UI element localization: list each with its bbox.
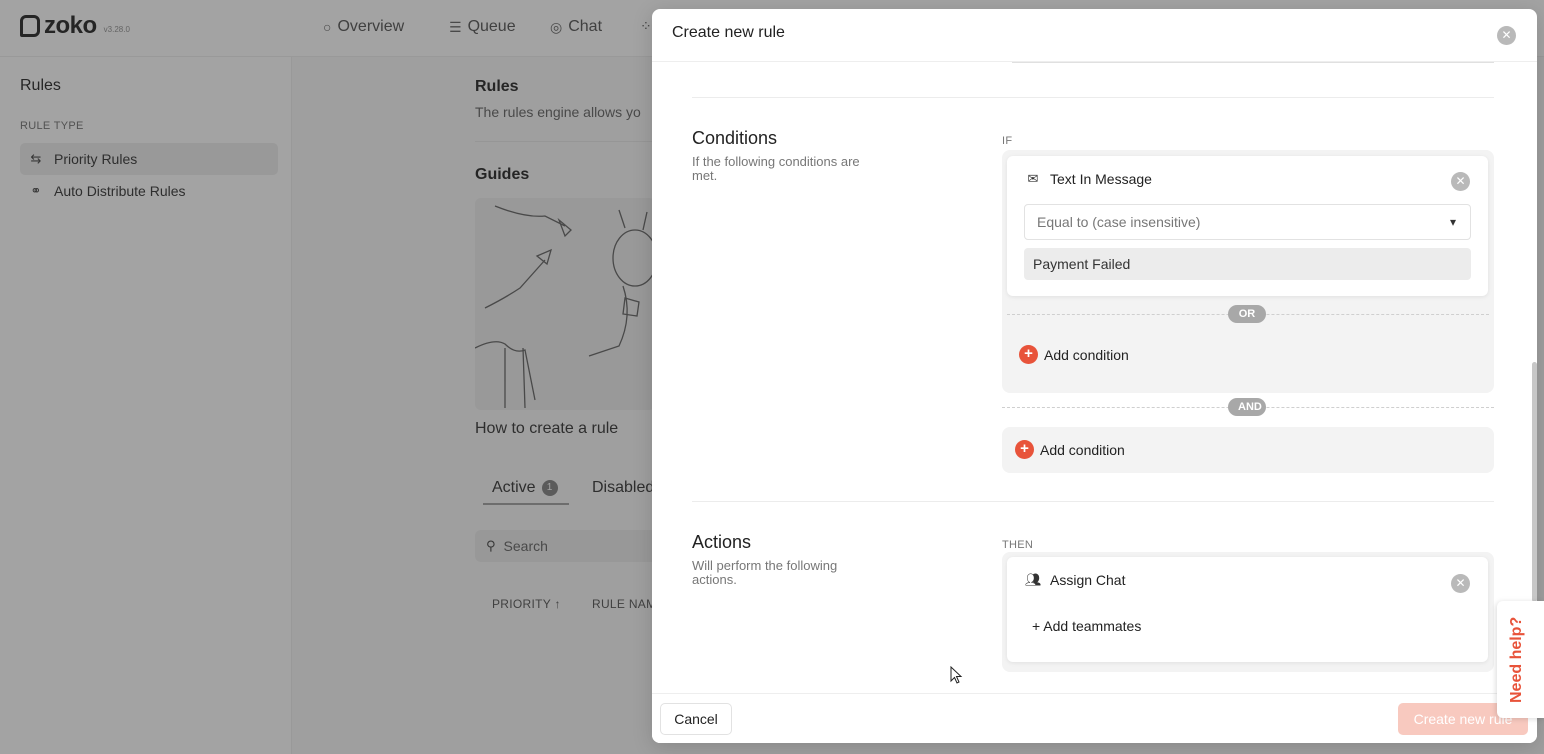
add-condition-label: Add condition: [1044, 346, 1129, 363]
previous-section-edge: [1012, 62, 1494, 63]
action-title-text: Assign Chat: [1050, 572, 1126, 588]
operator-select[interactable]: Equal to (case insensitive) ▾: [1024, 204, 1471, 240]
actions-title: Actions: [692, 532, 752, 552]
modal-header: Create new rule ✕: [652, 9, 1537, 62]
modal-body: Conditions If the following conditions a…: [652, 62, 1537, 693]
condition-title: ✉ Text In Message: [1025, 171, 1152, 187]
action-card: 👥︎ Assign Chat ✕ + Add teammates: [1007, 557, 1488, 662]
close-icon: ✕: [1501, 28, 1512, 42]
message-icon: ✉: [1027, 171, 1039, 186]
remove-action-button[interactable]: ✕: [1451, 574, 1470, 593]
condition-title-text: Text In Message: [1050, 171, 1152, 187]
or-pill: OR: [1228, 305, 1266, 323]
section-divider: [692, 501, 1494, 502]
add-condition-label: Add condition: [1040, 441, 1125, 458]
then-label: THEN: [1002, 539, 1034, 551]
if-label: IF: [1002, 135, 1013, 147]
add-or-condition-button[interactable]: + Add condition: [1019, 345, 1129, 364]
modal-footer: Cancel Create new rule: [652, 693, 1537, 743]
remove-condition-button[interactable]: ✕: [1451, 172, 1470, 191]
users-icon: 👥︎: [1025, 572, 1042, 587]
and-pill: AND: [1228, 398, 1266, 416]
add-and-condition-button[interactable]: + Add condition: [1015, 440, 1125, 459]
close-modal-button[interactable]: ✕: [1497, 26, 1516, 45]
modal-scrollbar[interactable]: [1532, 362, 1537, 602]
condition-group: ✉ Text In Message ✕ Equal to (case insen…: [1002, 150, 1494, 393]
condition-card: ✉ Text In Message ✕ Equal to (case insen…: [1007, 156, 1488, 296]
plus-icon: +: [1015, 440, 1034, 459]
need-help-tab[interactable]: Need help?: [1497, 601, 1544, 718]
plus-icon: +: [1019, 345, 1038, 364]
conditions-description: If the following conditions are met.: [692, 154, 860, 183]
action-group: 👥︎ Assign Chat ✕ + Add teammates: [1002, 552, 1494, 672]
add-teammates-button[interactable]: + Add teammates: [1032, 618, 1141, 634]
close-icon: ✕: [1455, 174, 1466, 188]
create-rule-modal: Create new rule ✕ Conditions If the foll…: [652, 9, 1537, 743]
conditions-title: Conditions: [692, 128, 778, 148]
close-icon: ✕: [1455, 576, 1466, 590]
action-title: 👥︎ Assign Chat: [1025, 572, 1125, 588]
cancel-button[interactable]: Cancel: [660, 703, 732, 735]
mouse-cursor-icon: [950, 666, 963, 684]
section-divider: [692, 97, 1494, 98]
actions-description: Will perform the following actions.: [692, 558, 838, 587]
need-help-label: Need help?: [1508, 616, 1525, 703]
and-condition-group: + Add condition: [1002, 427, 1494, 473]
operator-value: Equal to (case insensitive): [1037, 214, 1201, 230]
condition-value-field[interactable]: Payment Failed: [1024, 248, 1471, 280]
chevron-down-icon: ▾: [1449, 215, 1456, 229]
modal-title: Create new rule: [672, 24, 785, 41]
